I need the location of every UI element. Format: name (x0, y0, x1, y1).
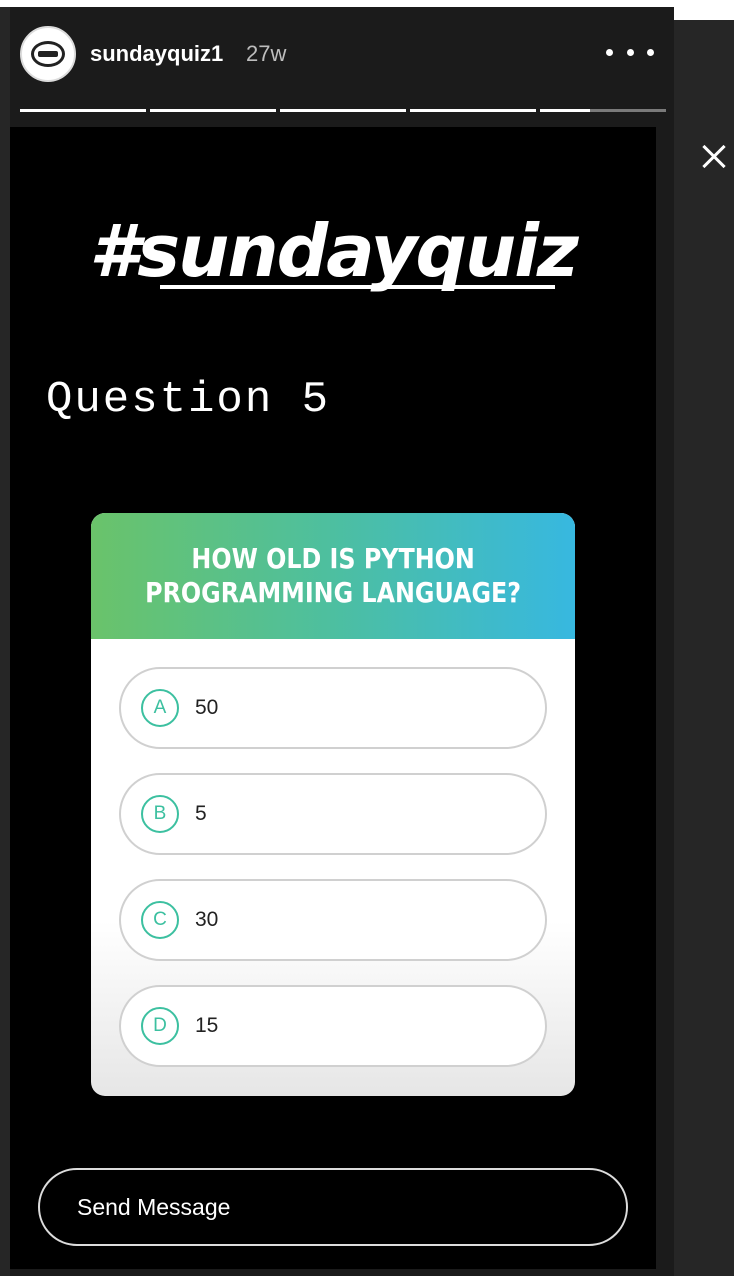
story-content: #sundayquiz Question 5 HOW OLD IS PYTHON… (10, 127, 656, 1269)
story-header: sundayquiz1 27w (10, 7, 674, 107)
option-letter-icon: D (141, 1007, 179, 1045)
quiz-question: HOW OLD IS PYTHON PROGRAMMING LANGUAGE? (145, 542, 521, 609)
option-text: 5 (195, 802, 207, 825)
hashtag-underline (160, 285, 555, 289)
avatar[interactable] (20, 26, 76, 82)
option-letter-icon: C (141, 901, 179, 939)
more-options-icon[interactable] (606, 37, 654, 67)
question-label: Question 5 (46, 375, 331, 425)
story-progress-bar (20, 109, 666, 113)
username[interactable]: sundayquiz1 (90, 41, 223, 67)
progress-segment (150, 109, 276, 112)
time-ago: 27w (246, 41, 287, 66)
quiz-option-b[interactable]: B 5 (119, 773, 547, 855)
option-letter-icon: B (141, 795, 179, 833)
close-icon[interactable] (697, 138, 734, 176)
page-background (674, 0, 734, 20)
option-letter-icon: A (141, 689, 179, 727)
send-message-input[interactable]: Send Message (38, 1168, 628, 1246)
quiz-header: HOW OLD IS PYTHON PROGRAMMING LANGUAGE? (91, 513, 575, 639)
quiz-sticker: HOW OLD IS PYTHON PROGRAMMING LANGUAGE? … (91, 513, 575, 1096)
quiz-option-d[interactable]: D 15 (119, 985, 547, 1067)
progress-segment-current (540, 109, 666, 112)
option-text: 30 (195, 908, 219, 931)
quiz-option-a[interactable]: A 50 (119, 667, 547, 749)
avatar-logo-icon (31, 41, 65, 67)
top-strip (0, 0, 734, 7)
progress-segment (20, 109, 146, 112)
option-text: 50 (195, 696, 219, 719)
story-hashtag: #sundayquiz (89, 209, 579, 293)
progress-segment (410, 109, 536, 112)
option-text: 15 (195, 1014, 219, 1037)
quiz-option-c[interactable]: C 30 (119, 879, 547, 961)
send-message-placeholder: Send Message (77, 1193, 231, 1220)
progress-segment (280, 109, 406, 112)
